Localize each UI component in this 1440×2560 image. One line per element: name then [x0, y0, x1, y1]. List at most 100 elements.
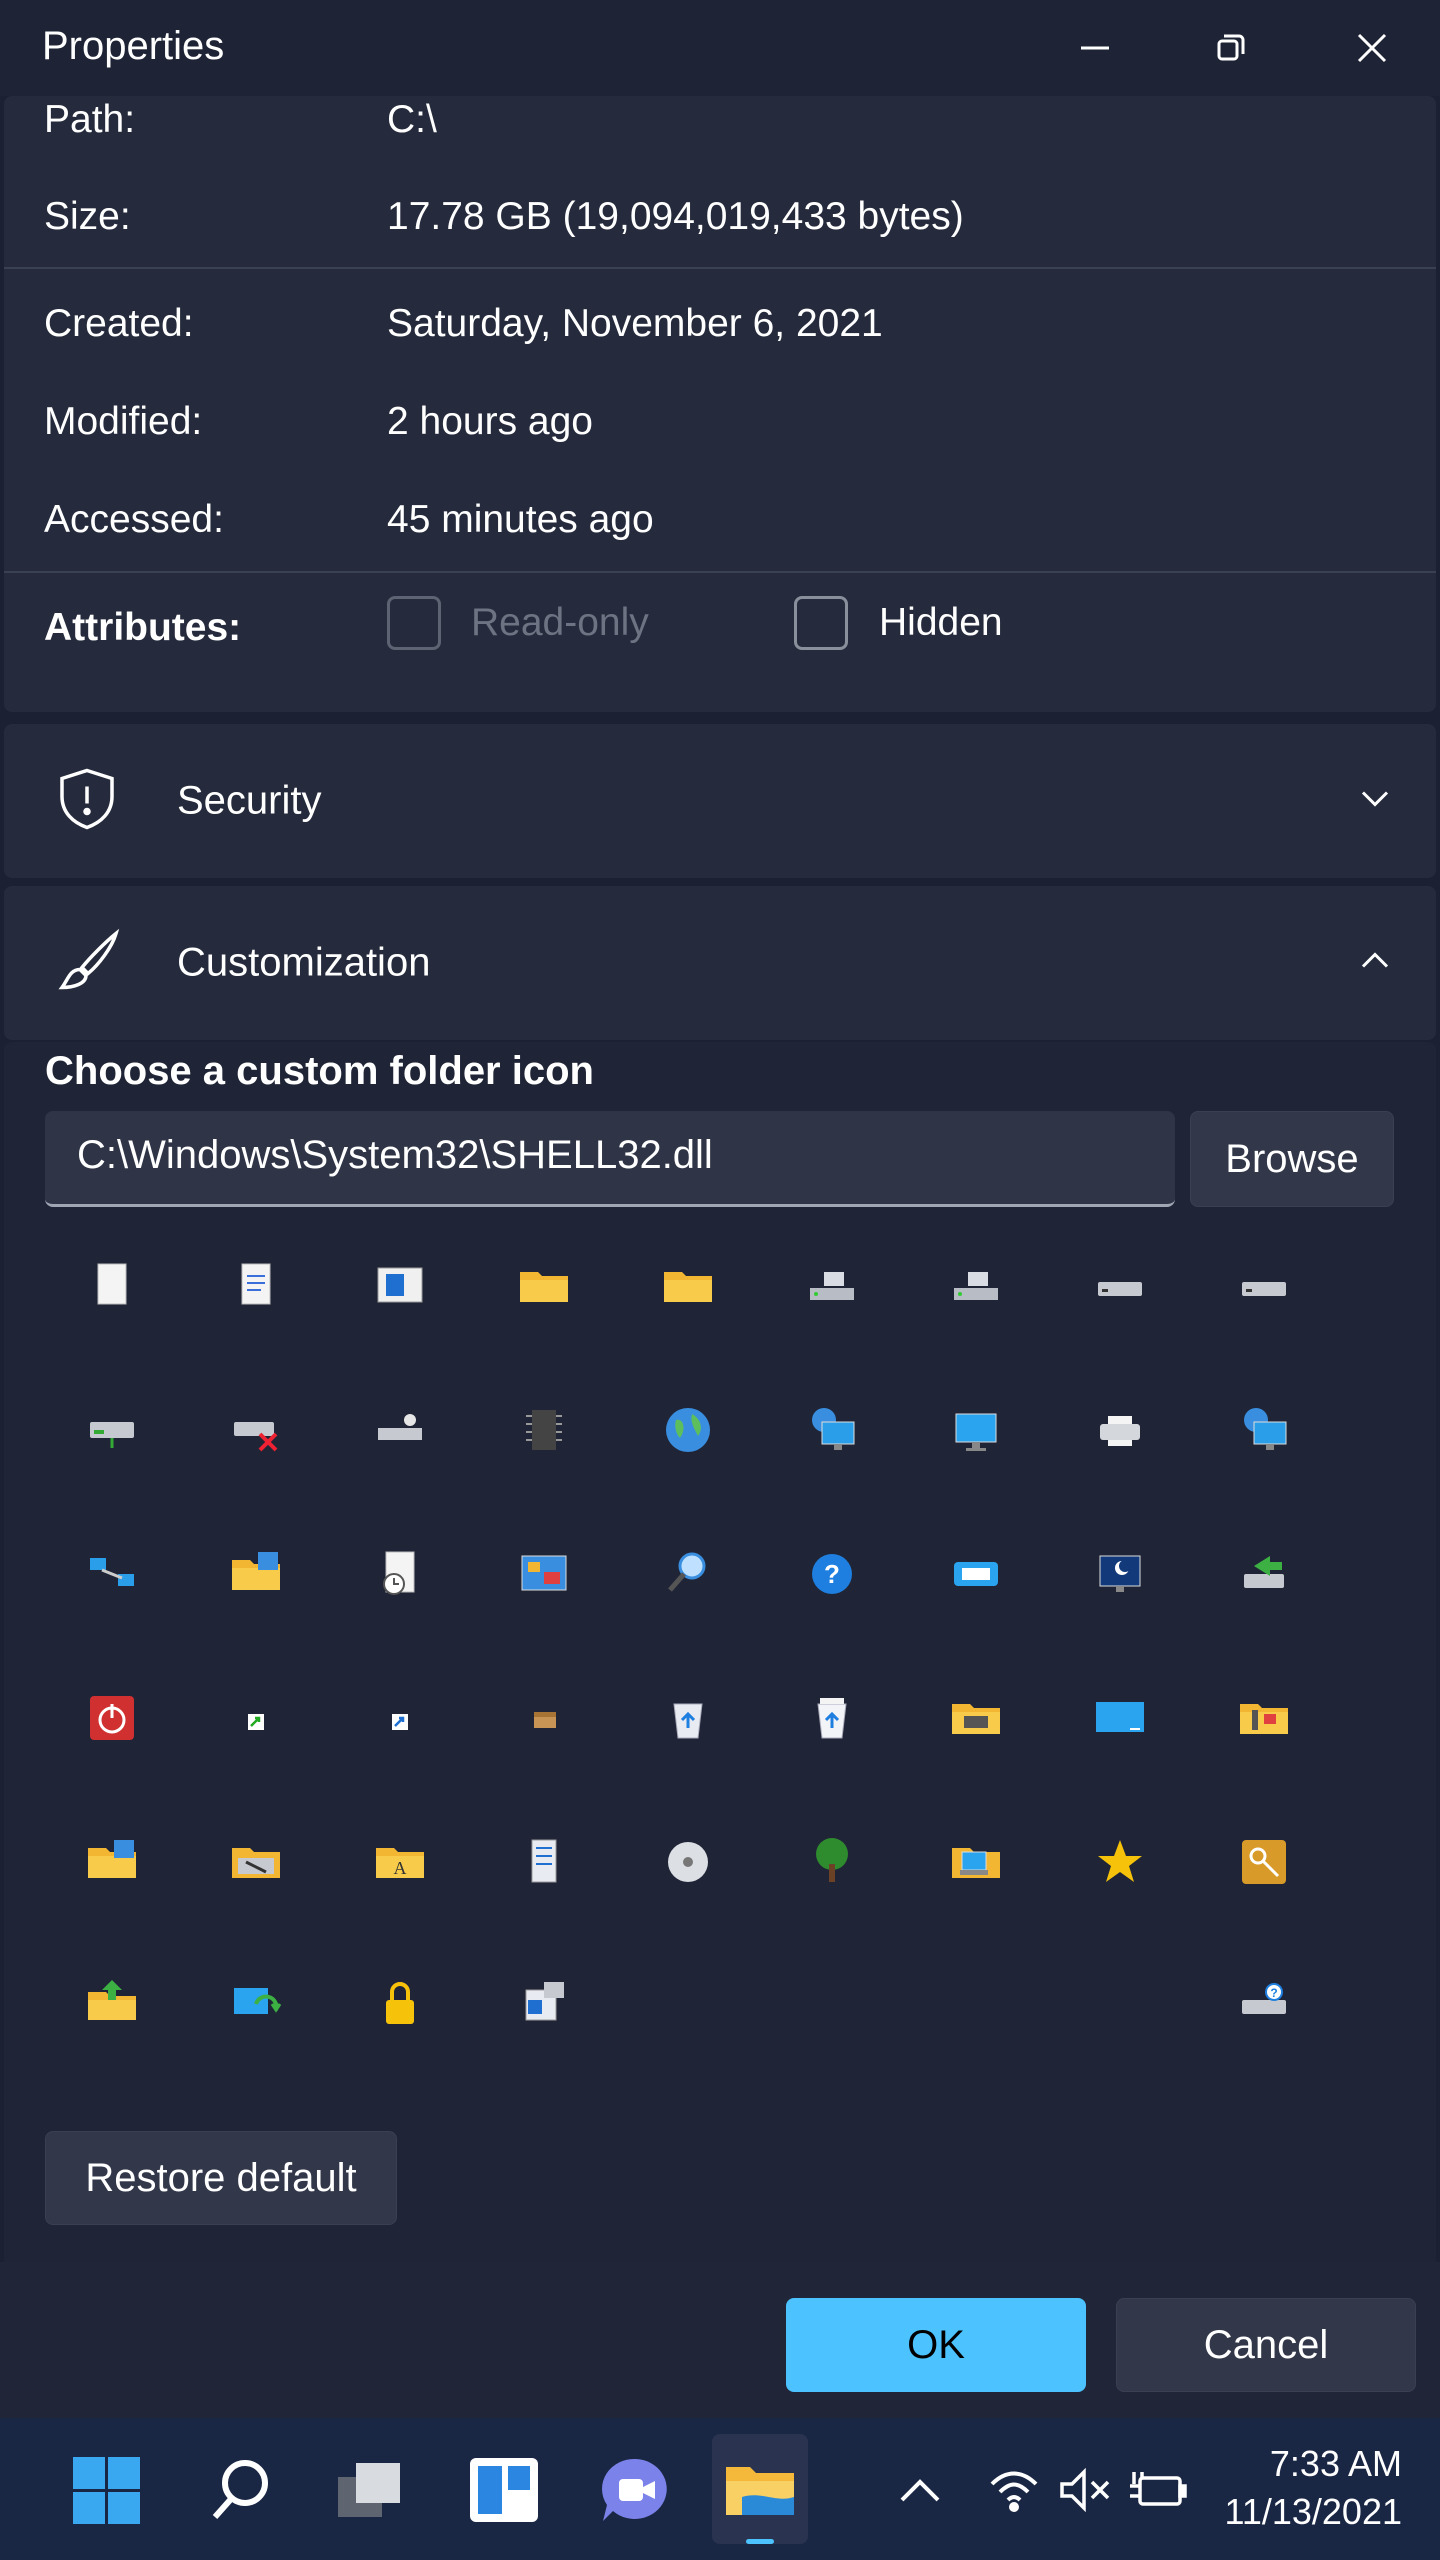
minimize-button[interactable] — [1027, 0, 1163, 96]
divider — [4, 571, 1436, 573]
control-panel-icon[interactable] — [514, 1544, 574, 1604]
help-icon[interactable]: ? — [802, 1544, 862, 1604]
key-icon[interactable] — [1234, 1832, 1294, 1892]
restore-icon — [1217, 34, 1245, 61]
network-transfer-icon[interactable] — [1234, 1544, 1294, 1604]
network-drive-help-icon[interactable]: ? — [1234, 1974, 1294, 2034]
accessed-label: Accessed: — [44, 498, 224, 541]
security-expander[interactable]: Security — [4, 724, 1436, 878]
fonts-folder-icon[interactable]: A — [370, 1832, 430, 1892]
blank-document-icon[interactable] — [82, 1256, 142, 1316]
modified-value: 2 hours ago — [387, 400, 593, 443]
removable-drive-icon[interactable] — [946, 1256, 1006, 1316]
text-document-icon[interactable] — [226, 1256, 286, 1316]
maximize-button[interactable] — [1163, 0, 1299, 96]
close-button[interactable] — [1304, 0, 1440, 96]
power-icon[interactable] — [82, 1688, 142, 1748]
readonly-label: Read-only — [471, 601, 649, 644]
tools-folder-icon[interactable] — [1234, 1688, 1294, 1748]
network-globe-icon[interactable] — [1234, 1400, 1294, 1460]
taskbar: 7:33 AM 11/13/2021 — [0, 2418, 1440, 2560]
sleep-monitor-icon[interactable] — [1090, 1544, 1150, 1604]
ok-button[interactable]: OK — [786, 2298, 1086, 2392]
application-window-icon[interactable] — [370, 1256, 430, 1316]
chevron-down-icon — [1360, 790, 1390, 813]
volume-button[interactable] — [1048, 2452, 1124, 2528]
widgets-button[interactable] — [466, 2452, 542, 2528]
drive-icon[interactable] — [802, 1256, 862, 1316]
task-view-icon — [338, 2463, 400, 2517]
created-value: Saturday, November 6, 2021 — [387, 302, 883, 345]
file-explorer-button[interactable] — [712, 2434, 808, 2544]
chat-icon — [602, 2458, 667, 2521]
computer-folder-icon[interactable] — [946, 1832, 1006, 1892]
hidden-checkbox[interactable] — [794, 596, 848, 650]
wifi-button[interactable] — [976, 2452, 1052, 2528]
clock-time: 7:33 AM — [1269, 2443, 1402, 2484]
shortcut-overlay-icon[interactable] — [370, 1688, 430, 1748]
task-view-button[interactable] — [332, 2452, 408, 2528]
sync-icon[interactable] — [226, 1974, 286, 2034]
tree-icon[interactable] — [802, 1832, 862, 1892]
hard-drive-icon[interactable] — [1234, 1256, 1294, 1316]
svg-text:?: ? — [1270, 1986, 1277, 2000]
customization-expander[interactable]: Customization — [4, 886, 1436, 1040]
shortcut-arrow-icon[interactable] — [226, 1688, 286, 1748]
package-icon[interactable] — [514, 1688, 574, 1748]
server-icon[interactable] — [514, 1832, 574, 1892]
security-label: Security — [177, 778, 322, 823]
custom-icon-heading: Choose a custom folder icon — [45, 1049, 594, 1093]
volume-muted-icon — [1060, 2468, 1110, 2512]
clock[interactable]: 7:33 AM 11/13/2021 — [1224, 2440, 1402, 2536]
memory-chip-icon[interactable] — [514, 1400, 574, 1460]
hidden-label: Hidden — [879, 601, 1003, 644]
folder-upload-icon[interactable] — [82, 1974, 142, 2034]
restore-default-button[interactable]: Restore default — [45, 2131, 397, 2225]
globe-icon[interactable] — [658, 1400, 718, 1460]
active-indicator — [746, 2539, 774, 2544]
chevron-up-icon — [900, 2479, 940, 2502]
wifi-icon — [990, 2471, 1038, 2512]
disconnected-drive-icon[interactable] — [226, 1400, 286, 1460]
monitor-icon[interactable] — [946, 1400, 1006, 1460]
shield-icon — [56, 767, 118, 836]
lock-icon[interactable] — [370, 1974, 430, 2034]
folder-grid-icon[interactable] — [226, 1544, 286, 1604]
network-computer-icon[interactable] — [802, 1400, 862, 1460]
folder-icon[interactable] — [514, 1256, 574, 1316]
printer-icon[interactable] — [1090, 1400, 1150, 1460]
modified-label: Modified: — [44, 400, 203, 443]
cancel-button[interactable]: Cancel — [1116, 2298, 1416, 2392]
recycle-bin-empty-icon[interactable] — [658, 1688, 718, 1748]
svg-text:A: A — [394, 1858, 407, 1878]
device-settings-icon[interactable] — [514, 1974, 574, 2034]
minimize-icon — [1081, 46, 1109, 50]
search-button[interactable] — [202, 2452, 278, 2528]
browse-button[interactable]: Browse — [1190, 1111, 1394, 1207]
hard-drive-icon[interactable] — [1090, 1256, 1150, 1316]
search-icon[interactable] — [658, 1544, 718, 1604]
cd-drive-icon[interactable] — [370, 1400, 430, 1460]
battery-button[interactable] — [1120, 2452, 1196, 2528]
clock-document-icon[interactable] — [370, 1544, 430, 1604]
optical-disc-icon[interactable] — [658, 1832, 718, 1892]
network-drive-icon[interactable] — [82, 1400, 142, 1460]
created-label: Created: — [44, 302, 194, 345]
start-button[interactable] — [68, 2452, 144, 2528]
folder-grid-icon[interactable] — [82, 1832, 142, 1892]
run-icon[interactable] — [946, 1544, 1006, 1604]
shared-folder-icon[interactable] — [946, 1688, 1006, 1748]
show-hidden-icons-button[interactable] — [882, 2452, 958, 2528]
icon-path-input[interactable]: C:\Windows\System32\SHELL32.dll — [45, 1111, 1175, 1207]
network-icon[interactable] — [82, 1544, 142, 1604]
folder-icon[interactable] — [658, 1256, 718, 1316]
star-icon[interactable] — [1090, 1832, 1150, 1892]
chevron-up-icon — [1360, 952, 1390, 975]
customization-panel — [4, 1042, 1436, 2268]
teams-chat-button[interactable] — [598, 2452, 674, 2528]
drive-backup-icon[interactable] — [226, 1832, 286, 1892]
recycle-bin-full-icon[interactable] — [802, 1688, 862, 1748]
attributes-label: Attributes: — [44, 606, 242, 649]
readonly-checkbox[interactable] — [387, 596, 441, 650]
desktop-icon[interactable] — [1090, 1688, 1150, 1748]
